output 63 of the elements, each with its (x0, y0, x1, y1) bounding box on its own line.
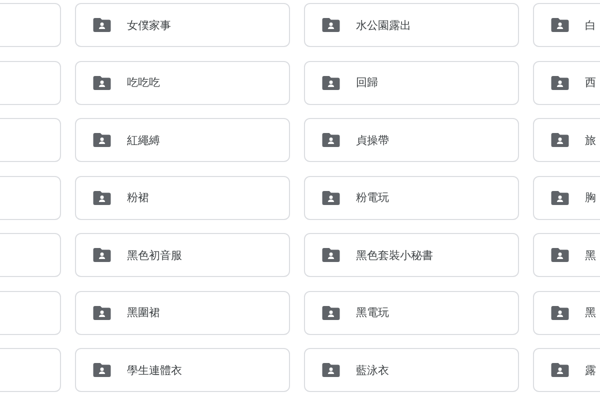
folder-card[interactable]: 黑 (533, 233, 600, 277)
folder-name: 白 (585, 18, 596, 32)
folder-name: 女僕家事 (127, 18, 171, 32)
shared-folder-icon (93, 76, 111, 90)
folder-name: 黑圍裙 (127, 305, 160, 320)
shared-folder-icon (551, 76, 569, 90)
folder-name: 露 (585, 362, 596, 378)
folder-name: 粉電玩 (356, 190, 389, 205)
shared-folder-icon (93, 306, 111, 320)
folder-name: 貞操帶 (356, 132, 389, 148)
shared-folder-icon (551, 248, 569, 262)
shared-folder-icon (322, 306, 340, 320)
folder-card[interactable]: 旅 (533, 118, 600, 162)
folder-name: 胸 (585, 190, 596, 205)
shared-folder-icon (322, 76, 340, 90)
folder-name: 粉裙 (127, 190, 149, 205)
folder-card[interactable]: 黑色初音服 (75, 233, 290, 277)
shared-folder-icon (322, 248, 340, 262)
shared-folder-icon (322, 133, 340, 147)
folder-name: 黑 (585, 305, 596, 320)
shared-folder-icon (93, 18, 111, 32)
folder-card[interactable]: 貞操帶 (304, 118, 519, 162)
shared-folder-icon (551, 363, 569, 377)
shared-folder-icon (322, 190, 340, 204)
folder-name: 西 (585, 75, 596, 90)
folder-name: 黑 (585, 248, 596, 262)
folder-name: 藍泳衣 (356, 362, 389, 378)
folder-name: 回歸 (356, 75, 378, 90)
folder-card[interactable]: 粉電玩 (304, 176, 519, 220)
folder-name: 黑色套裝小秘書 (356, 248, 433, 262)
folder-name: 吃吃吃 (127, 75, 160, 90)
folder-name: 水公園露出 (356, 18, 411, 32)
shared-folder-icon (551, 306, 569, 320)
folder-card[interactable]: 胸 (533, 176, 600, 220)
shared-folder-icon (93, 190, 111, 204)
shared-folder-icon (93, 248, 111, 262)
folder-card[interactable]: 黑圍裙 (75, 290, 290, 334)
shared-folder-icon (322, 363, 340, 377)
shared-folder-icon (93, 133, 111, 147)
folder-card[interactable]: 水公園露出 (304, 3, 519, 47)
folder-card[interactable]: 黑電玩 (304, 290, 519, 334)
folder-name: 旅 (585, 132, 596, 148)
shared-folder-icon (551, 18, 569, 32)
folder-card[interactable]: 回歸 (304, 60, 519, 104)
folder-card[interactable]: 西 (533, 60, 600, 104)
shared-folder-icon (551, 190, 569, 204)
folder-card[interactable]: 紅繩縛 (75, 118, 290, 162)
folder-name: 紅繩縛 (127, 132, 160, 148)
folder-card[interactable]: 學生連體衣 (75, 348, 290, 392)
shared-folder-icon (551, 133, 569, 147)
folder-card[interactable]: 藍泳衣 (304, 348, 519, 392)
folder-name: 黑電玩 (356, 305, 389, 320)
folder-card[interactable]: 露 (533, 348, 600, 392)
shared-folder-icon (322, 18, 340, 32)
folder-name: 黑色初音服 (127, 248, 182, 262)
folder-card[interactable]: 粉裙 (75, 176, 290, 220)
folder-card[interactable]: 女僕家事 (75, 3, 290, 47)
folder-name: 學生連體衣 (127, 362, 182, 378)
folder-card[interactable]: 黑 (533, 290, 600, 334)
folder-card[interactable]: 白 (533, 3, 600, 47)
folder-card[interactable]: 吃吃吃 (75, 60, 290, 104)
folder-card[interactable]: 黑色套裝小秘書 (304, 233, 519, 277)
shared-folder-icon (93, 363, 111, 377)
